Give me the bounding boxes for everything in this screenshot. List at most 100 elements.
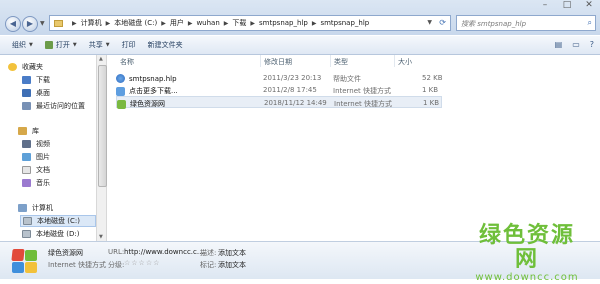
help-icon[interactable]: ? bbox=[590, 40, 594, 49]
column-divider[interactable] bbox=[394, 55, 395, 67]
column-header-date[interactable]: 修改日期 bbox=[264, 57, 292, 67]
file-date: 2011/2/8 17:45 bbox=[263, 86, 317, 94]
music-icon bbox=[22, 179, 31, 187]
column-header-name[interactable]: 名称 bbox=[120, 57, 134, 67]
back-button[interactable]: ◀ bbox=[5, 16, 21, 32]
nav-item-disk-c[interactable]: 本地磁盘 (C:) bbox=[20, 215, 96, 227]
file-name-label: 点击更多下载... bbox=[129, 87, 178, 95]
url-value[interactable]: http://www.downcc.c... bbox=[124, 248, 204, 256]
search-placeholder: 搜索 smtpsnap_hlp bbox=[461, 20, 527, 28]
breadcrumb-smtpsnap-hlp-current[interactable]: smtpsnap_hlp bbox=[320, 19, 369, 27]
chevron-down-icon: ▼ bbox=[72, 42, 77, 48]
file-size: 1 KB bbox=[422, 86, 439, 94]
forward-arrow-icon: ▶ bbox=[26, 19, 34, 28]
file-row[interactable]: smtpsnap.hlp 2011/3/23 20:13 帮助文件 52 KB bbox=[116, 72, 443, 84]
recent-pages-dropdown[interactable]: ▼ bbox=[40, 20, 45, 27]
nav-item-desktop[interactable]: 桌面 bbox=[22, 88, 50, 98]
print-label: 打印 bbox=[121, 41, 136, 49]
watermark-url: www.downcc.com bbox=[475, 272, 579, 283]
breadcrumb-wuhan[interactable]: wuhan bbox=[196, 19, 219, 27]
maximize-button[interactable]: □ bbox=[560, 0, 574, 10]
tags-label: 标记: bbox=[200, 261, 217, 269]
view-options-icon[interactable]: ▤ bbox=[555, 40, 563, 49]
open-label: 打开 bbox=[55, 41, 70, 49]
nav-item-recent[interactable]: 最近访问的位置 bbox=[22, 101, 85, 111]
nav-item-label: 文档 bbox=[36, 166, 50, 174]
file-row[interactable]: 点击更多下载... 2011/2/8 17:45 Internet 快捷方式 1… bbox=[116, 84, 442, 96]
new-folder-button[interactable]: 新建文件夹 bbox=[148, 40, 183, 50]
details-kind: Internet 快捷方式 bbox=[48, 261, 107, 269]
chevron-down-icon: ▼ bbox=[105, 42, 110, 48]
column-header-size[interactable]: 大小 bbox=[398, 57, 412, 67]
refresh-icon[interactable]: ⟳ bbox=[439, 18, 446, 27]
print-button[interactable]: 打印 bbox=[122, 40, 136, 50]
nav-item-music[interactable]: 音乐 bbox=[22, 178, 50, 188]
nav-item-label: 计算机 bbox=[32, 204, 53, 212]
nav-item-label: 库 bbox=[32, 127, 39, 135]
download-folder-icon bbox=[22, 76, 31, 84]
address-bar[interactable]: ▶ 计算机 ▶ 本地磁盘 (C:) ▶ 用户 ▶ wuhan ▶ 下载 ▶ sm… bbox=[49, 15, 451, 31]
hard-disk-icon bbox=[22, 230, 31, 238]
file-name: 绿色资源网 bbox=[117, 99, 165, 109]
site-logo-icon bbox=[11, 249, 38, 273]
scrollbar-thumb[interactable] bbox=[98, 65, 107, 187]
breadcrumb-separator-icon: ▶ bbox=[223, 19, 229, 27]
new-folder-label: 新建文件夹 bbox=[147, 41, 183, 49]
breadcrumb-users[interactable]: 用户 bbox=[170, 18, 184, 28]
nav-item-computer[interactable]: 计算机 bbox=[18, 203, 53, 213]
breadcrumb-smtpsnap-hlp[interactable]: smtpsnap_hlp bbox=[259, 19, 308, 27]
close-button[interactable]: ✕ bbox=[582, 0, 596, 10]
back-arrow-icon: ◀ bbox=[9, 19, 17, 28]
breadcrumb-downloads[interactable]: 下载 bbox=[232, 18, 246, 28]
nav-item-label: 图片 bbox=[36, 153, 50, 161]
navigation-scrollbar[interactable]: ▲ ▼ bbox=[96, 55, 107, 241]
column-divider[interactable] bbox=[330, 55, 331, 67]
watermark: 绿色资源网 www.downcc.com bbox=[468, 224, 586, 284]
nav-item-libraries[interactable]: 库 bbox=[18, 126, 39, 136]
file-date: 2018/11/12 14:49 bbox=[264, 99, 327, 107]
share-button[interactable]: 共享 ▼ bbox=[89, 40, 110, 50]
file-size: 52 KB bbox=[422, 74, 443, 82]
watermark-title: 绿色资源网 bbox=[478, 223, 575, 272]
breadcrumb-disk-c[interactable]: 本地磁盘 (C:) bbox=[114, 18, 157, 28]
search-input[interactable]: 搜索 smtpsnap_hlp ⌕ bbox=[456, 15, 596, 31]
details-name: 绿色资源网 bbox=[48, 249, 83, 257]
nav-item-pictures[interactable]: 图片 bbox=[22, 152, 50, 162]
nav-item-videos[interactable]: 视频 bbox=[22, 139, 50, 149]
hard-disk-icon bbox=[23, 217, 32, 225]
breadcrumb-computer[interactable]: 计算机 bbox=[81, 18, 102, 28]
rating-stars[interactable]: ☆☆☆☆☆ bbox=[124, 259, 160, 267]
nav-item-downloads[interactable]: 下载 bbox=[22, 75, 50, 85]
organize-button[interactable]: 组织 ▼ bbox=[12, 40, 33, 50]
chevron-down-icon: ▼ bbox=[29, 42, 33, 48]
scroll-down-icon[interactable]: ▼ bbox=[99, 234, 103, 240]
computer-icon bbox=[18, 204, 27, 212]
nav-item-label: 本地磁盘 (D:) bbox=[36, 230, 80, 238]
search-icon[interactable]: ⌕ bbox=[588, 18, 592, 28]
navigation-pane: 收藏夹 下载 桌面 最近访问的位置 库 视频 图片 文档 音乐 计算机 本地磁盘… bbox=[0, 55, 96, 241]
recent-places-icon bbox=[22, 102, 31, 110]
scroll-up-icon[interactable]: ▲ bbox=[99, 56, 103, 62]
column-divider[interactable] bbox=[260, 55, 261, 67]
url-label: URL: bbox=[108, 248, 125, 256]
preview-pane-icon[interactable]: ▭ bbox=[572, 40, 580, 49]
nav-item-label: 视频 bbox=[36, 140, 50, 148]
column-header-type[interactable]: 类型 bbox=[334, 57, 348, 67]
nav-item-favorites[interactable]: 收藏夹 bbox=[8, 62, 43, 72]
file-row-selected[interactable]: 绿色资源网 2018/11/12 14:49 Internet 快捷方式 1 K… bbox=[116, 96, 442, 109]
file-type: Internet 快捷方式 bbox=[334, 100, 393, 108]
description-value[interactable]: 添加文本 bbox=[218, 248, 246, 258]
breadcrumb-separator-icon: ▶ bbox=[250, 19, 256, 27]
minimize-button[interactable]: – bbox=[538, 0, 552, 10]
breadcrumb-separator-icon: ▶ bbox=[161, 19, 166, 27]
internet-shortcut-icon bbox=[116, 86, 125, 96]
nav-item-disk-d[interactable]: 本地磁盘 (D:) bbox=[22, 229, 79, 239]
address-dropdown-icon[interactable]: ▼ bbox=[427, 19, 432, 26]
file-date: 2011/3/23 20:13 bbox=[263, 74, 322, 82]
nav-item-documents[interactable]: 文档 bbox=[22, 165, 50, 175]
open-button[interactable]: 打开 ▼ bbox=[44, 40, 77, 50]
nav-item-label: 下载 bbox=[36, 76, 50, 84]
breadcrumb: ▶ 计算机 ▶ 本地磁盘 (C:) ▶ 用户 ▶ wuhan ▶ 下载 ▶ sm… bbox=[68, 18, 369, 28]
forward-button[interactable]: ▶ bbox=[22, 16, 38, 32]
tags-value[interactable]: 添加文本 bbox=[218, 260, 246, 270]
